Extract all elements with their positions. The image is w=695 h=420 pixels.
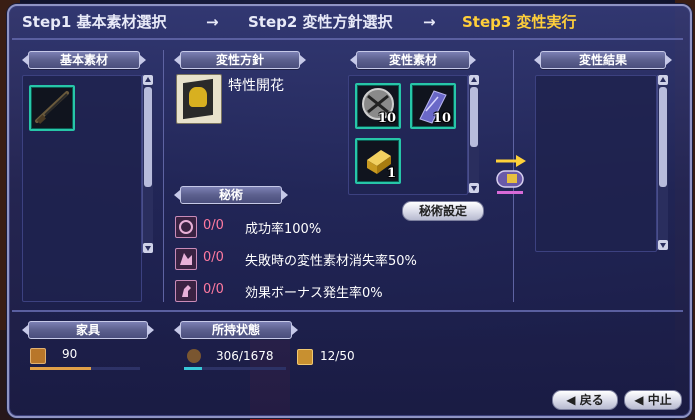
effect-count: 0/0 <box>203 250 224 265</box>
material-scrollbar[interactable] <box>468 75 479 193</box>
effect-text: 成功率100% <box>245 222 322 237</box>
chest-icon <box>297 349 313 365</box>
step3-label: Step3 変性実行 <box>462 13 577 31</box>
wolf-howl-icon <box>175 248 197 270</box>
effect-row: 0/0 失敗時の変性素材消失率50% <box>175 248 475 270</box>
stop-button[interactable]: ◀ 中止 <box>624 390 682 410</box>
effect-text: 効果ボーナス発生率0% <box>245 286 383 301</box>
step1-label: Step1 基本素材選択 <box>22 13 167 31</box>
scroll-thumb[interactable] <box>470 87 478 147</box>
slots-value: 12/50 <box>320 349 355 363</box>
material-slot-1[interactable]: 10 <box>355 83 401 129</box>
step-arrow-1: → <box>206 13 219 31</box>
footer-divider <box>12 310 683 312</box>
material-tag: 変性素材 <box>350 51 476 69</box>
base-material-scrollbar[interactable] <box>142 75 153 253</box>
step-arrow-2: → <box>423 13 436 31</box>
pouch-icon <box>30 348 46 364</box>
scroll-up-icon[interactable] <box>143 75 153 85</box>
scroll-down-icon[interactable] <box>143 243 153 253</box>
result-list <box>535 75 657 252</box>
header-divider <box>12 38 683 40</box>
secret-tag: 秘術 <box>174 186 288 204</box>
material-count: 10 <box>432 111 451 126</box>
weight-bar <box>184 367 286 370</box>
book-icon[interactable] <box>176 74 222 124</box>
policy-tag: 変性方針 <box>174 51 306 69</box>
material-slot-2[interactable]: 10 <box>410 83 456 129</box>
step2-label: Step2 変性方針選択 <box>248 13 393 31</box>
scroll-up-icon[interactable] <box>658 75 668 85</box>
effect-count: 0/0 <box>203 218 224 233</box>
scroll-thumb[interactable] <box>144 87 152 187</box>
base-material-tag: 基本素材 <box>22 51 146 69</box>
furniture-value: 90 <box>62 347 78 361</box>
furniture-bar-fill <box>30 367 91 370</box>
result-scrollbar[interactable] <box>657 75 668 250</box>
scroll-up-icon[interactable] <box>469 75 479 85</box>
weight-bar-fill <box>184 367 203 370</box>
effect-row: 0/0 成功率100% <box>175 216 475 238</box>
base-material-slot[interactable] <box>29 85 75 131</box>
furniture-bar <box>30 367 140 370</box>
circle-rune-icon <box>175 216 197 238</box>
scroll-down-icon[interactable] <box>658 240 668 250</box>
possession-tag: 所持状態 <box>174 321 298 339</box>
step-header: Step1 基本素材選択 → Step2 変性方針選択 → Step3 変性実行 <box>10 8 686 36</box>
policy-name: 特性開花 <box>228 78 284 94</box>
rifle-icon <box>35 91 69 124</box>
effect-count: 0/0 <box>203 282 224 297</box>
scroll-down-icon[interactable] <box>469 183 479 193</box>
column-divider-1 <box>163 50 164 302</box>
horse-head-icon <box>175 280 197 302</box>
scroll-thumb[interactable] <box>659 87 667 187</box>
back-button[interactable]: ◀ 戻る <box>552 390 618 410</box>
material-slot-3[interactable]: 1 <box>355 138 401 184</box>
sack-icon <box>187 349 201 363</box>
result-tag: 変性結果 <box>534 51 672 69</box>
effect-text: 失敗時の変性素材消失率50% <box>245 254 417 269</box>
furniture-tag: 家具 <box>22 321 154 339</box>
material-count: 10 <box>377 111 396 126</box>
effect-row: 0/0 効果ボーナス発生率0% <box>175 280 475 302</box>
material-count: 1 <box>386 166 396 181</box>
execute-arrow-icon[interactable] <box>494 154 528 198</box>
weight-value: 306/1678 <box>216 349 274 363</box>
